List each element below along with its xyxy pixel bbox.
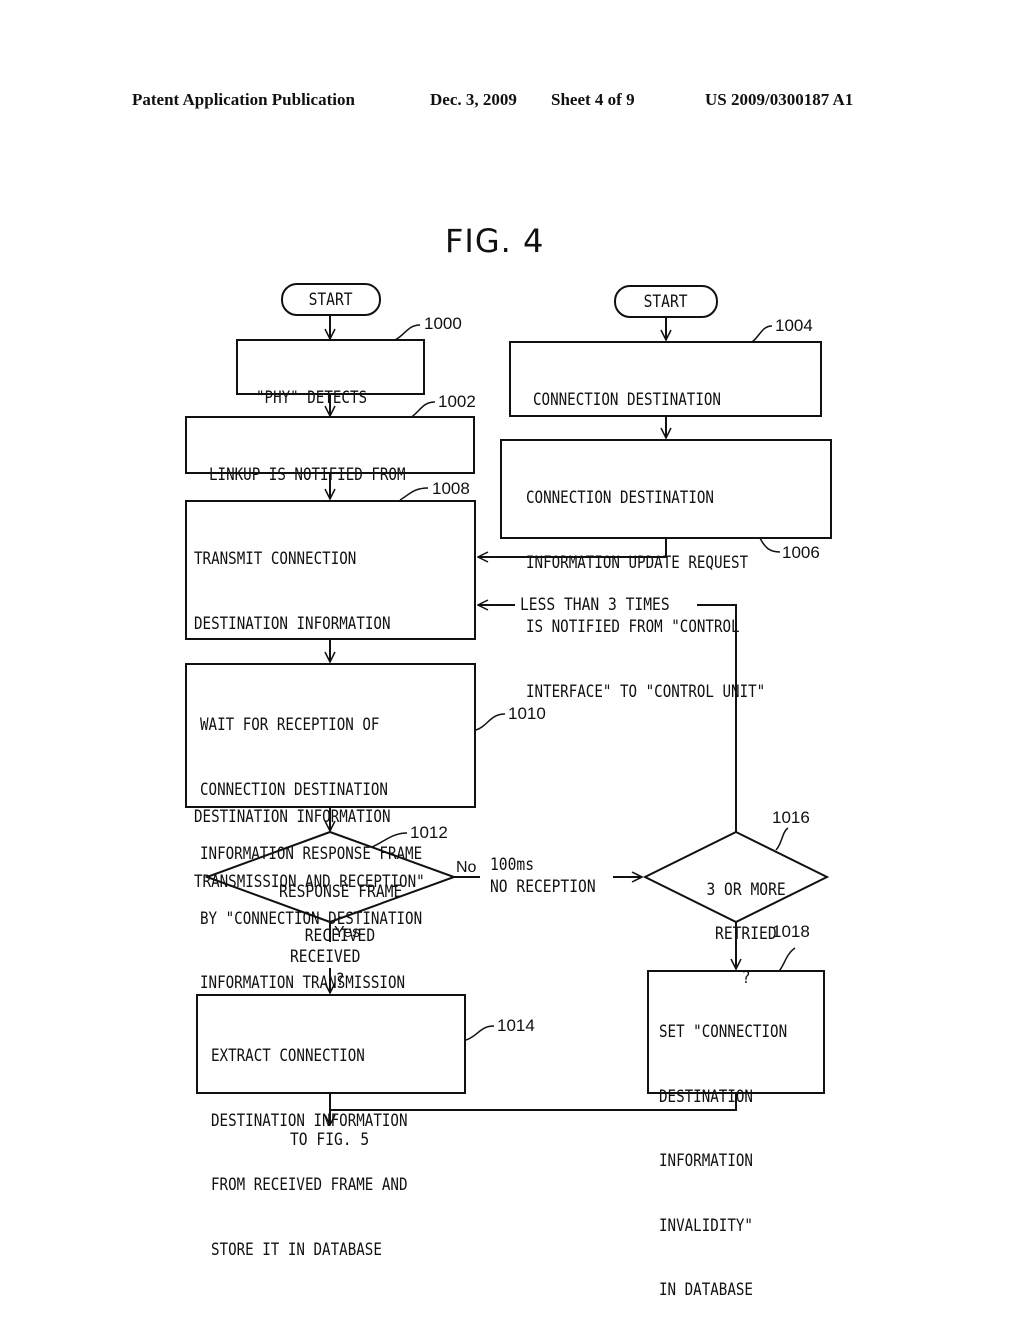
step-1010-line: WAIT FOR RECEPTION OF bbox=[200, 715, 380, 734]
start-terminal-left: START bbox=[281, 283, 381, 316]
leader-1016 bbox=[775, 827, 789, 851]
step-1010-line: CONNECTION DESTINATION bbox=[200, 779, 388, 799]
decision-1012-line: RESPONSE FRAME bbox=[278, 882, 402, 902]
leader-1014 bbox=[465, 1025, 495, 1041]
step-1014-line: DESTINATION INFORMATION bbox=[211, 1110, 408, 1130]
step-1002-box: LINKUP IS NOTIFIED FROM "PHY" TO "CONTRO… bbox=[185, 416, 475, 549]
start-terminal-right: START bbox=[614, 285, 718, 318]
step-1004-box: CONNECTION DESTINATION INFORMATION UPDAT… bbox=[509, 341, 822, 538]
step-1014-line: EXTRACT CONNECTION bbox=[211, 1046, 365, 1065]
ref-1010: 1010 bbox=[508, 704, 546, 723]
label-100ms: 100ms bbox=[490, 855, 535, 875]
step-1002-line: LINKUP IS NOTIFIED FROM bbox=[209, 465, 406, 484]
decision-1016-line: ? bbox=[741, 968, 751, 988]
step-1018-line: INFORMATION bbox=[659, 1151, 753, 1170]
decision-1016-line: RETRIED bbox=[715, 924, 778, 944]
step-1008-line: DESTINATION INFORMATION bbox=[194, 613, 391, 633]
step-1006-line: INTERFACE" TO "CONTROL UNIT" bbox=[526, 681, 766, 701]
decision-1012-line: ? bbox=[335, 970, 345, 990]
ref-1002: 1002 bbox=[438, 392, 476, 411]
step-1014-line: FROM RECEIVED FRAME AND bbox=[211, 1175, 408, 1194]
start-label: START bbox=[643, 292, 689, 312]
step-1018-line: IN DATABASE bbox=[659, 1280, 753, 1299]
decision-1016-line: 3 OR MORE bbox=[706, 880, 786, 900]
ref-1014: 1014 bbox=[497, 1016, 535, 1035]
step-1018-line: INVALIDITY" bbox=[659, 1215, 753, 1235]
start-label: START bbox=[308, 290, 354, 310]
step-1008-line: TRANSMIT CONNECTION bbox=[194, 549, 357, 568]
leader-1000 bbox=[394, 324, 421, 341]
step-1006-line: IS NOTIFIED FROM "CONTROL bbox=[526, 617, 740, 636]
label-to-fig5: TO FIG. 5 bbox=[290, 1130, 370, 1150]
step-1014-line: STORE IT IN DATABASE bbox=[211, 1239, 382, 1259]
step-1010-box: WAIT FOR RECEPTION OF CONNECTION DESTINA… bbox=[185, 663, 476, 1057]
label-no: No bbox=[456, 859, 477, 876]
ref-1004: 1004 bbox=[775, 316, 813, 335]
ref-1000: 1000 bbox=[424, 314, 462, 333]
label-yes: Yes bbox=[334, 924, 361, 941]
step-1000-box: "PHY" DETECTS LINKUP OF PORT bbox=[236, 339, 425, 472]
step-1008-box: TRANSMIT CONNECTION DESTINATION INFORMAT… bbox=[185, 500, 476, 891]
leader-1010 bbox=[475, 713, 506, 731]
leader-1004 bbox=[751, 325, 773, 343]
flow-connectors bbox=[204, 315, 830, 1320]
step-1018-line: DESTINATION bbox=[659, 1086, 753, 1106]
step-1018-line: SET "CONNECTION bbox=[659, 1022, 788, 1041]
ref-1008: 1008 bbox=[432, 479, 470, 498]
step-1000-line: "PHY" DETECTS bbox=[256, 388, 368, 407]
label-less-than-3-times: LESS THAN 3 TIMES bbox=[520, 595, 670, 615]
ref-1016: 1016 bbox=[772, 808, 810, 827]
ref-1006: 1006 bbox=[782, 543, 820, 562]
ref-1012: 1012 bbox=[410, 823, 448, 842]
step-1004-line: CONNECTION DESTINATION bbox=[533, 390, 721, 409]
decision-1012-text: RESPONSE FRAME RECEIVED ? bbox=[230, 859, 430, 991]
ref-1018: 1018 bbox=[772, 922, 810, 941]
step-1006-line: CONNECTION DESTINATION bbox=[526, 488, 714, 507]
label-received: RECEIVED bbox=[290, 947, 361, 967]
step-1006-line: INFORMATION UPDATE REQUEST bbox=[526, 552, 749, 572]
step-1006-box: CONNECTION DESTINATION INFORMATION UPDAT… bbox=[500, 439, 832, 701]
step-1014-box: EXTRACT CONNECTION DESTINATION INFORMATI… bbox=[196, 994, 466, 1259]
label-no-reception: NO RECEPTION bbox=[490, 877, 596, 897]
